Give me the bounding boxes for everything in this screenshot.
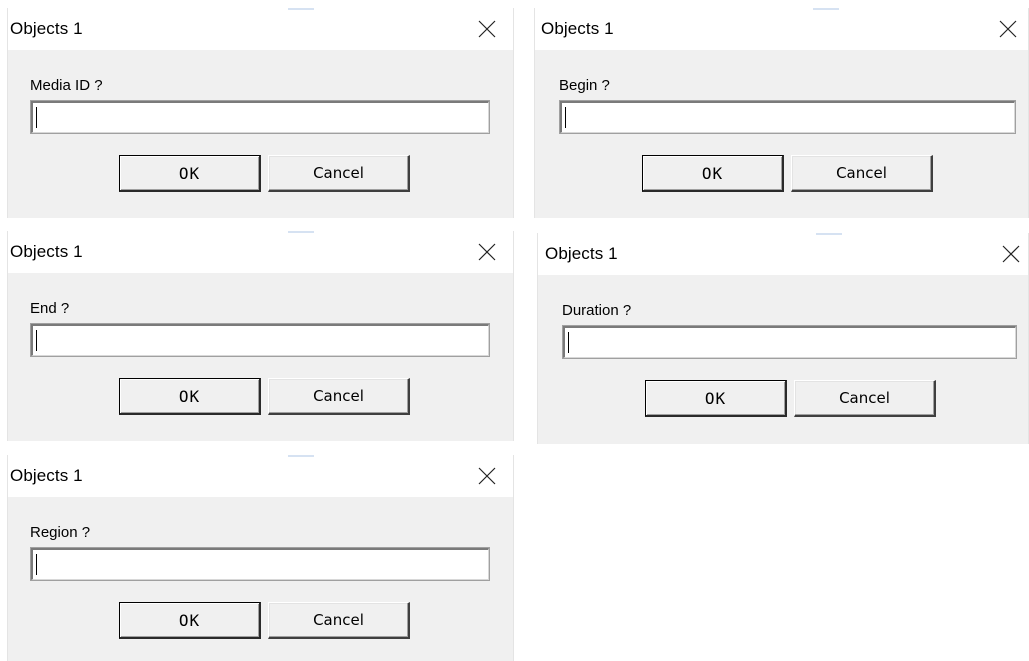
ok-label: OK	[178, 163, 201, 183]
dialog-collage: Objects 1 Media ID ? OK Cancel Objects 1…	[0, 0, 1029, 661]
cancel-button[interactable]: Cancel	[268, 155, 410, 192]
close-icon	[478, 20, 496, 38]
cancel-button[interactable]: Cancel	[794, 380, 936, 417]
title-bar[interactable]: Objects 1	[8, 8, 513, 50]
dialog-title: Objects 1	[10, 466, 83, 485]
prompt-label: Media ID ?	[30, 77, 103, 94]
end-dialog: Objects 1 End ? OK Cancel	[7, 231, 514, 441]
text-caret	[36, 330, 37, 351]
cancel-label: Cancel	[839, 389, 890, 407]
title-bar[interactable]: Objects 1	[8, 231, 513, 273]
close-button[interactable]	[468, 459, 506, 493]
prompt-label: Region ?	[30, 524, 91, 541]
duration-input[interactable]	[565, 328, 1015, 357]
ok-label: OK	[701, 163, 724, 183]
end-field[interactable]	[30, 323, 490, 357]
ok-label: OK	[704, 388, 727, 408]
cancel-button[interactable]: Cancel	[268, 378, 410, 415]
title-accent	[288, 8, 314, 10]
text-caret	[36, 107, 37, 128]
close-icon	[478, 243, 496, 261]
cancel-label: Cancel	[313, 611, 364, 629]
close-icon	[478, 467, 496, 485]
media-id-input[interactable]	[33, 103, 488, 132]
ok-label: OK	[178, 610, 201, 630]
title-bar[interactable]: Objects 1	[535, 8, 1028, 50]
begin-input[interactable]	[562, 103, 1014, 132]
title-bar[interactable]: Objects 1	[538, 233, 1028, 275]
cancel-label: Cancel	[313, 164, 364, 182]
prompt-label: Duration ?	[562, 302, 632, 319]
cancel-button[interactable]: Cancel	[268, 602, 410, 639]
title-accent	[288, 231, 314, 233]
title-bar[interactable]: Objects 1	[8, 455, 513, 497]
text-caret	[565, 107, 566, 128]
duration-field[interactable]	[562, 325, 1017, 359]
title-accent	[288, 455, 314, 457]
text-caret	[568, 332, 569, 353]
begin-field[interactable]	[559, 100, 1016, 134]
prompt-label: End ?	[30, 300, 70, 317]
media-id-dialog: Objects 1 Media ID ? OK Cancel	[7, 8, 514, 218]
dialog-title: Objects 1	[10, 242, 83, 261]
ok-button[interactable]: OK	[645, 380, 787, 417]
ok-button[interactable]: OK	[119, 602, 261, 639]
begin-dialog: Objects 1 Begin ? OK Cancel	[534, 8, 1029, 218]
region-dialog: Objects 1 Region ? OK Cancel	[7, 455, 514, 661]
text-caret	[36, 554, 37, 575]
close-button[interactable]	[989, 12, 1027, 46]
ok-label: OK	[178, 386, 201, 406]
prompt-label: Begin ?	[559, 77, 610, 94]
close-button[interactable]	[468, 12, 506, 46]
close-button[interactable]	[992, 237, 1029, 271]
cancel-button[interactable]: Cancel	[791, 155, 933, 192]
region-field[interactable]	[30, 547, 490, 581]
dialog-title: Objects 1	[541, 19, 614, 38]
close-icon	[999, 20, 1017, 38]
close-button[interactable]	[468, 235, 506, 269]
ok-button[interactable]: OK	[119, 378, 261, 415]
ok-button[interactable]: OK	[642, 155, 784, 192]
close-icon	[1002, 245, 1020, 263]
dialog-title: Objects 1	[545, 244, 618, 263]
media-id-field[interactable]	[30, 100, 490, 134]
title-accent	[813, 8, 839, 10]
cancel-label: Cancel	[313, 387, 364, 405]
ok-button[interactable]: OK	[119, 155, 261, 192]
title-accent	[816, 233, 842, 235]
region-input[interactable]	[33, 550, 488, 579]
duration-dialog: Objects 1 Duration ? OK Cancel	[537, 233, 1029, 444]
end-input[interactable]	[33, 326, 488, 355]
dialog-title: Objects 1	[10, 19, 83, 38]
cancel-label: Cancel	[836, 164, 887, 182]
